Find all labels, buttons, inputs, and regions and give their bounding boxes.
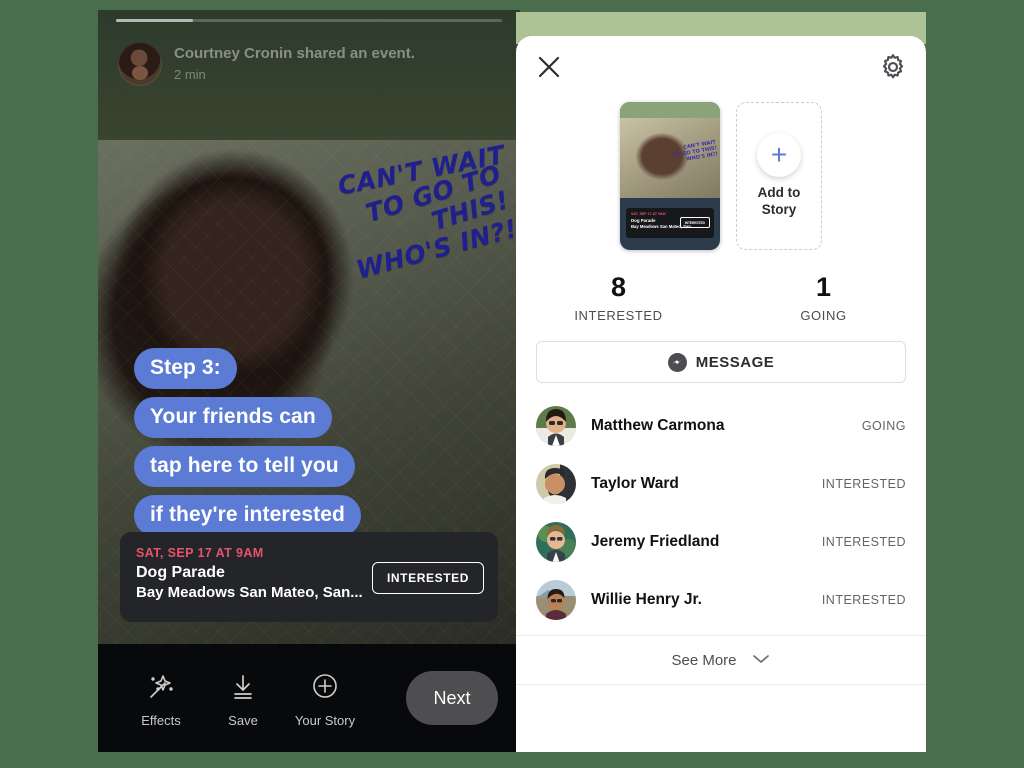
event-card[interactable]: SAT, SEP 17 AT 9AM Dog Parade Bay Meadow… <box>120 532 498 622</box>
instruction-bubbles: Step 3: Your friends can tap here to tel… <box>134 348 464 544</box>
message-button-label: MESSAGE <box>695 353 775 371</box>
attendee-status: INTERESTED <box>821 477 906 491</box>
plus-circle-icon <box>284 669 366 703</box>
list-item[interactable]: Jeremy Friedland INTERESTED <box>516 513 926 571</box>
screenshot-root: Courtney Cronin shared an event. 2 min C… <box>0 0 1024 768</box>
effects-button[interactable]: Effects <box>120 669 202 728</box>
chevron-down-icon <box>751 652 771 669</box>
next-button[interactable]: Next <box>406 671 498 725</box>
add-to-story-line-1: Add to <box>757 185 801 201</box>
going-count: 1 <box>815 272 832 302</box>
thumb-top-band <box>620 102 720 118</box>
instruction-bubble-1: Step 3: <box>134 348 237 389</box>
list-item[interactable]: Taylor Ward INTERESTED <box>516 455 926 513</box>
list-item[interactable]: Willie Henry Jr. INTERESTED <box>516 571 926 629</box>
story-poster-row[interactable]: Courtney Cronin shared an event. 2 min <box>118 42 415 86</box>
attendee-list: Matthew Carmona GOING Taylor Ward INTERE… <box>516 397 926 629</box>
thumb-event-date: SAT, SEP 17 AT 9AM <box>631 212 666 216</box>
interested-count-label: INTERESTED <box>574 308 663 323</box>
story-preview-row: CAN'T WAIT TO GO TO THIS! WHO'S IN?! SAT… <box>516 102 926 250</box>
thumb-handwritten-caption: CAN'T WAIT TO GO TO THIS! WHO'S IN?! <box>672 139 719 165</box>
attendee-status: INTERESTED <box>821 535 906 549</box>
add-to-story-label: Add to Story <box>758 185 801 219</box>
attendee-name: Jeremy Friedland <box>591 533 720 550</box>
gear-icon[interactable] <box>878 52 908 82</box>
download-icon <box>202 669 284 703</box>
your-story-button[interactable]: Your Story <box>284 669 366 728</box>
event-date: SAT, SEP 17 AT 9AM <box>136 546 264 560</box>
instruction-bubble-2: Your friends can <box>134 397 332 438</box>
avatar <box>118 42 162 86</box>
thumb-interested-pill: INTERESTED <box>679 217 710 228</box>
instruction-bubble-3: tap here to tell you <box>134 446 355 487</box>
your-story-label: Your Story <box>294 712 356 728</box>
interested-button[interactable]: INTERESTED <box>371 562 484 594</box>
attendee-status: INTERESTED <box>821 593 906 607</box>
save-button[interactable]: Save <box>202 669 284 728</box>
save-label: Save <box>228 712 258 728</box>
story-thumbnail[interactable]: CAN'T WAIT TO GO TO THIS! WHO'S IN?! SAT… <box>620 102 720 250</box>
plus-icon: + <box>757 133 801 178</box>
event-detail-panel: CAN'T WAIT TO GO TO THIS! WHO'S IN?! SAT… <box>516 36 926 752</box>
attendee-name: Taylor Ward <box>591 475 679 492</box>
avatar <box>536 464 576 504</box>
close-icon[interactable] <box>534 52 564 82</box>
story-header: Courtney Cronin shared an event. 2 min <box>98 10 520 140</box>
avatar <box>536 406 576 446</box>
story-progress-bar[interactable] <box>116 19 502 22</box>
add-to-story-line-2: Story <box>761 202 797 217</box>
instruction-bubble-4: if they're interested <box>134 495 361 536</box>
add-to-story-button[interactable]: + Add to Story <box>736 102 822 250</box>
story-progress-fill <box>116 19 194 22</box>
attendee-status: GOING <box>861 419 906 433</box>
attendee-name: Matthew Carmona <box>591 417 725 434</box>
see-more-label: See More <box>671 651 737 669</box>
composer-toolbar: Effects Save Your Story Next <box>98 644 520 752</box>
avatar <box>536 522 576 562</box>
thumb-photo: CAN'T WAIT TO GO TO THIS! WHO'S IN?! <box>620 118 720 198</box>
story-poster-time: 2 min <box>174 67 206 83</box>
message-button[interactable]: MESSAGE <box>536 341 906 383</box>
story-poster-name: Courtney Cronin shared an event. <box>174 45 415 63</box>
attendee-name: Willie Henry Jr. <box>591 591 702 608</box>
list-item[interactable]: Matthew Carmona GOING <box>516 397 926 455</box>
avatar <box>536 580 576 620</box>
story-composer-panel: Courtney Cronin shared an event. 2 min C… <box>98 10 520 752</box>
story-poster-meta: Courtney Cronin shared an event. 2 min <box>174 44 415 84</box>
stat-going[interactable]: 1 GOING <box>721 272 926 323</box>
thumb-event-card: SAT, SEP 17 AT 9AM Dog Parade Bay Meadow… <box>626 208 714 238</box>
magic-wand-icon <box>120 669 202 703</box>
effects-label: Effects <box>141 712 181 728</box>
interested-count: 8 <box>610 272 627 302</box>
see-more-button[interactable]: See More <box>516 635 926 685</box>
stat-interested[interactable]: 8 INTERESTED <box>516 272 721 323</box>
event-stats: 8 INTERESTED 1 GOING <box>516 272 926 323</box>
messenger-icon <box>667 352 687 372</box>
going-count-label: GOING <box>800 308 847 323</box>
detail-panel-header <box>516 36 926 98</box>
